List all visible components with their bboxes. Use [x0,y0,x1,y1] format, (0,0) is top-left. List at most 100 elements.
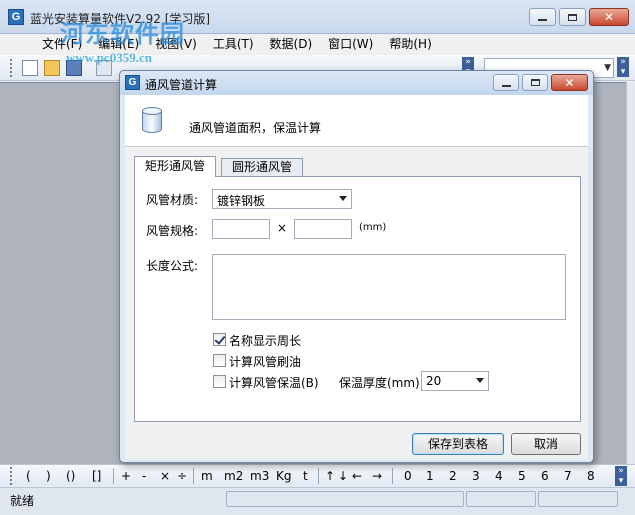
tab-round-duct[interactable]: 圆形通风管 [221,158,304,176]
calc-insulation-label: 计算风管保温(B) [229,376,319,390]
material-label: 风管材质: [146,193,199,207]
symbol-up-arrow[interactable]: ↑ [325,469,335,483]
symbol-right-arrow[interactable]: → [372,469,382,483]
symbol-m[interactable]: m [201,469,213,483]
show-perimeter-label: 名称显示周长 [229,334,302,348]
symbol-multiply[interactable]: × [160,469,170,483]
cylinder-top [142,107,162,115]
minimize-button[interactable] [529,8,556,26]
symbol-kg[interactable]: Kg [276,469,292,483]
calc-insulation-checkbox[interactable] [213,375,226,388]
close-icon: ✕ [564,75,575,90]
watermark-logo: 河东软件园 [60,22,185,48]
material-select[interactable]: 镀锌钢板 [212,189,352,209]
symbol-m3[interactable]: m3 [250,469,269,483]
symbol-minus[interactable]: - [142,469,146,483]
app-icon: G [8,9,24,25]
dialog-close-button[interactable]: ✕ [551,74,588,91]
new-file-icon[interactable] [22,60,38,76]
duct-cylinder-icon [142,107,164,135]
chevron-down-icon [339,196,347,201]
digit-3[interactable]: 3 [472,469,480,483]
dialog-app-icon: G [125,75,140,90]
calc-painting-label: 计算风管刷油 [229,355,302,369]
toolbar-grip[interactable] [10,59,13,77]
toolbar-overflow-chevron-icon-2[interactable]: » ▾ [617,57,629,77]
symbol-divide[interactable]: ÷ [177,469,187,483]
unit-mm-label: (mm) [359,222,387,233]
digit-7[interactable]: 7 [564,469,572,483]
spec-label: 风管规格: [146,224,199,238]
tab-panel-rectangular: 风管材质: 镀锌钢板 风管规格: × (mm) 长度公式: 名称显示周长 计算风… [134,176,581,422]
insulation-thickness-label: 保温厚度(mm): [339,376,424,390]
symbol-toolbar: ( ) () [] + - × ÷ m m2 m3 Kg t ↑ ↓ ← → 0… [0,464,635,486]
tab-rectangular-duct[interactable]: 矩形通风管 [134,156,217,177]
symbol-plus[interactable]: + [121,469,131,483]
open-folder-icon[interactable] [44,60,60,76]
separator [318,468,319,484]
separator [113,468,114,484]
vertical-scrollbar[interactable] [626,82,635,464]
symbol-close-paren[interactable]: ) [46,469,51,483]
digit-2[interactable]: 2 [449,469,457,483]
dialog-maximize-button[interactable] [522,74,548,91]
show-perimeter-checkbox[interactable] [213,333,226,346]
watermark-url: www.pc0359.cn [66,50,152,65]
digit-8[interactable]: 8 [587,469,595,483]
material-value: 镀锌钢板 [217,194,266,208]
cancel-button[interactable]: 取消 [511,433,581,455]
symbol-parens[interactable]: () [66,469,75,483]
dialog-body: 通风管道面积，保温计算 矩形通风管 圆形通风管 风管材质: 镀锌钢板 风管规格:… [125,95,588,459]
length-formula-label: 长度公式: [146,259,199,273]
spec-height-input[interactable] [294,219,352,239]
maximize-button[interactable] [559,8,586,26]
digit-5[interactable]: 5 [518,469,526,483]
minimize-icon [501,84,511,87]
separator [193,468,194,484]
symbol-down-arrow[interactable]: ↓ [338,469,348,483]
symbol-left-arrow[interactable]: ← [352,469,362,483]
length-formula-textarea[interactable] [212,254,566,320]
symbol-open-paren[interactable]: ( [26,469,31,483]
symbol-m2[interactable]: m2 [224,469,243,483]
main-window-controls: ✕ [529,8,629,26]
calc-painting-checkbox[interactable] [213,354,226,367]
menu-data[interactable]: 数据(D) [262,34,321,54]
symbol-t[interactable]: t [303,469,308,483]
symbol-toolbar-overflow-chevron-icon[interactable]: » ▾ [615,466,627,486]
spec-width-input[interactable] [212,219,270,239]
maximize-icon [530,79,540,86]
digit-6[interactable]: 6 [541,469,549,483]
close-icon: ✕ [603,10,615,24]
minimize-icon [538,19,547,21]
status-panel-2 [466,491,536,507]
chevron-down-icon: ▼ [604,63,611,73]
duct-calc-dialog: G 通风管道计算 ✕ 通风管道面积，保温计算 矩形通风管 圆形通风管 风管材质:… [119,70,594,463]
digit-0[interactable]: 0 [404,469,412,483]
dialog-window-controls: ✕ [493,74,588,91]
digit-4[interactable]: 4 [495,469,503,483]
chevron-down-icon [476,378,484,383]
menu-tools[interactable]: 工具(T) [205,34,262,54]
dialog-title: 通风管道计算 [145,78,218,92]
save-to-table-button[interactable]: 保存到表格 [412,433,504,455]
dialog-header: 通风管道面积，保温计算 [125,95,588,147]
dialog-title-bar[interactable]: G 通风管道计算 ✕ [120,71,593,95]
status-panel [226,491,464,507]
dialog-description: 通风管道面积，保温计算 [189,121,322,135]
digit-1[interactable]: 1 [426,469,434,483]
status-panel-3 [538,491,618,507]
times-sign: × [277,221,288,235]
separator [392,468,393,484]
status-bar: 就绪 [0,487,635,515]
menu-window[interactable]: 窗口(W) [320,34,381,54]
symbol-brackets[interactable]: [] [92,469,101,483]
status-text: 就绪 [10,494,35,508]
insulation-thickness-select[interactable]: 20 [421,371,489,391]
maximize-icon [568,13,577,21]
menu-help[interactable]: 帮助(H) [381,34,439,54]
dialog-minimize-button[interactable] [493,74,519,91]
symbol-toolbar-grip[interactable] [10,467,13,485]
close-button[interactable]: ✕ [589,8,629,26]
insulation-thickness-value: 20 [426,374,442,388]
